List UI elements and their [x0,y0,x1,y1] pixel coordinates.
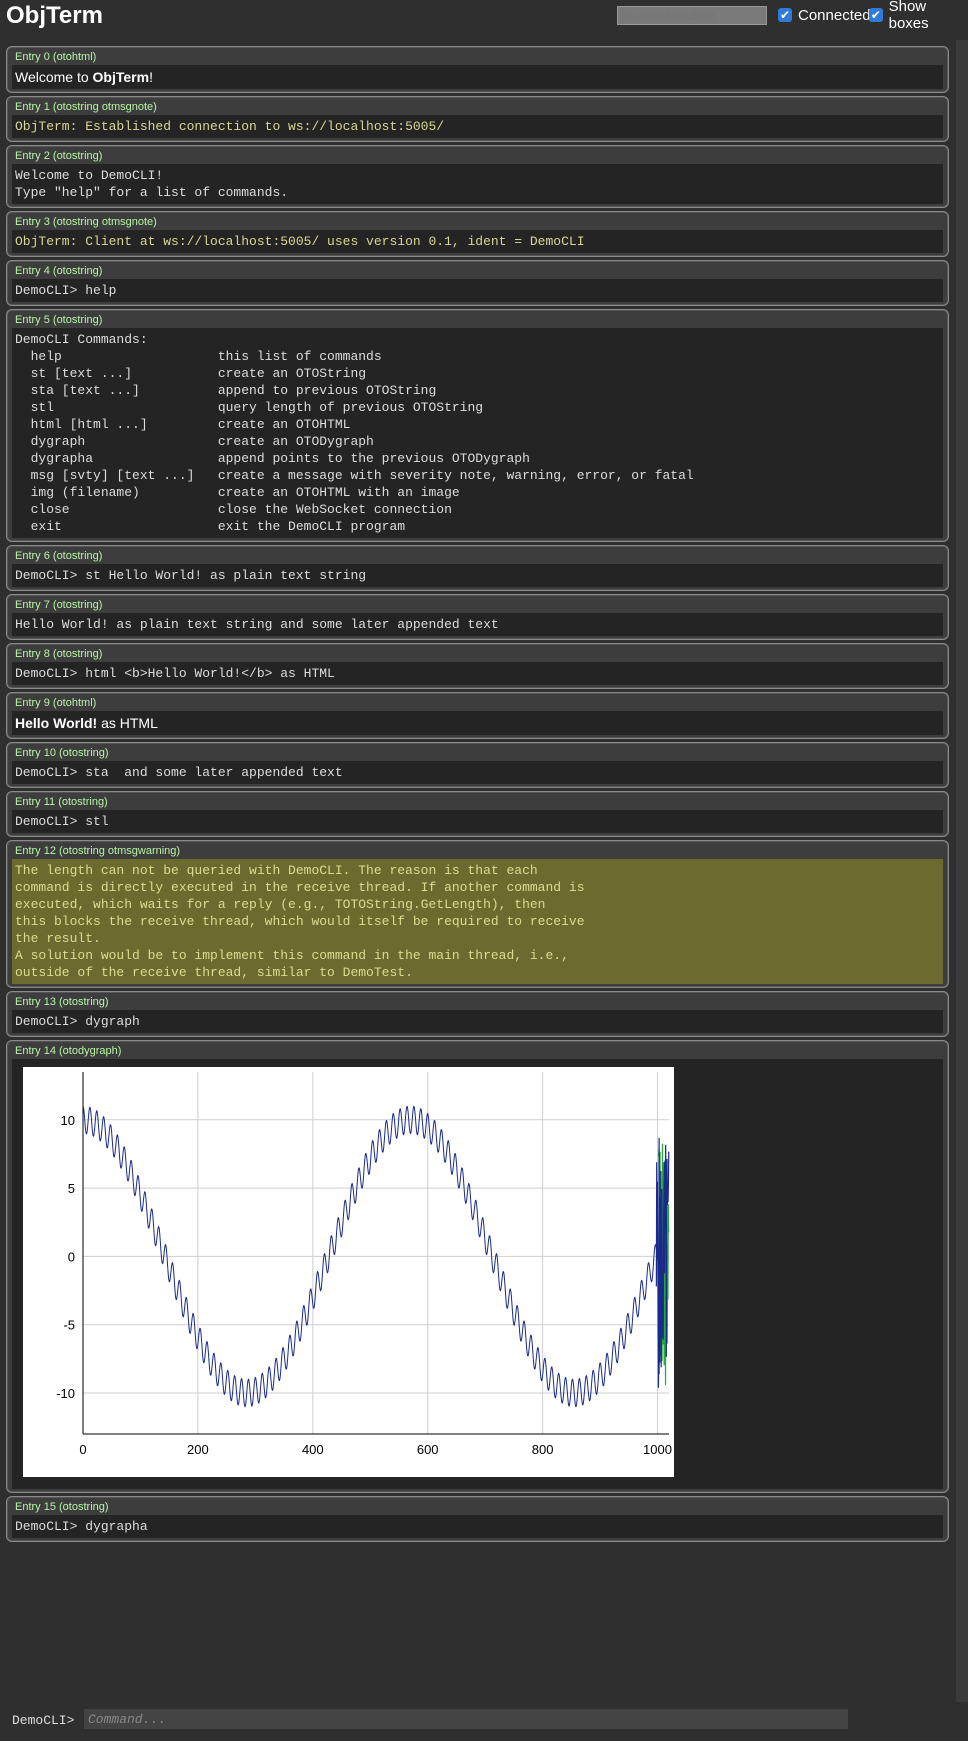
entry-header: Entry 10 (otostring) [15,747,109,759]
y-tick-label: 0 [68,1249,75,1264]
entry-text: DemoCLI> dygraph [12,1010,943,1033]
x-tick-label: 1000 [643,1442,672,1457]
entry-box: Entry 9 (otohtml) Hello World! as HTML [6,692,949,739]
entry-header: Entry 12 (otostring otmsgwarning) [15,845,181,857]
chart-background [23,1067,674,1477]
note-message: ObjTerm: Established connection to ws://… [12,115,943,138]
entry-html-content: Welcome to ObjTerm! [12,65,943,89]
html-text: as HTML [97,715,158,731]
entry-header: Entry 3 (otostring otmsgnote) [15,216,157,228]
checkbox-checked-icon[interactable]: ✔ [778,8,792,22]
top-bar: ObjTerm ✔ Connected ✔ Show boxes [0,0,968,36]
chart-clip-mask [674,1067,731,1481]
x-tick-label: 0 [79,1442,86,1457]
x-tick-label: 800 [532,1442,554,1457]
checkbox-checked-icon[interactable]: ✔ [869,8,883,22]
entry-text: DemoCLI Commands: help this list of comm… [12,328,943,538]
entry-text: DemoCLI> dygrapha [12,1515,943,1538]
entry-header: Entry 6 (otostring) [15,550,103,562]
entry-box: Entry 14 (otodygraph) 0 200 400 600 800 1000 10… [6,1040,949,1493]
entry-header: Entry 11 (otostring) [15,796,108,808]
entry-header: Entry 8 (otostring) [15,648,103,660]
entry-box: Entry 5 (otostring) DemoCLI Commands: hel… [6,309,949,542]
command-prompt: DemoCLI> [12,1713,75,1728]
x-tick-label: 400 [302,1442,324,1457]
entry-header: Entry 1 (otostring otmsgnote) [15,101,157,113]
entry-text: DemoCLI> st Hello World! as plain text s… [12,564,943,587]
connected-label: Connected [798,6,871,24]
warning-message: The length can not be queried with DemoC… [12,859,943,984]
scrollbar[interactable] [956,40,968,1702]
show-boxes-toggle[interactable]: ✔ Show boxes [869,0,968,32]
entry-box: Entry 12 (otostring otmsgwarning) The len… [6,840,949,988]
note-message: ObjTerm: Client at ws://localhost:5005/ … [12,230,943,253]
entry-header: Entry 13 (otostring) [15,996,109,1008]
y-tick-label: -5 [63,1318,75,1333]
entry-box: Entry 13 (otostring) DemoCLI> dygraph [6,991,949,1037]
entry-text: DemoCLI> stl [12,810,943,833]
entry-html-content: Hello World! as HTML [12,711,943,735]
entry-header: Entry 7 (otostring) [15,599,103,611]
command-input[interactable] [84,1709,848,1729]
x-tick-label: 600 [417,1442,439,1457]
entry-box: Entry 15 (otostring) DemoCLI> dygrapha [6,1496,949,1542]
show-boxes-label: Show boxes [888,0,929,32]
entry-header: Entry 9 (otohtml) [15,697,97,709]
entry-box: Entry 8 (otostring) DemoCLI> html <b>Hell… [6,643,949,689]
entry-header: Entry 0 (otohtml) [15,51,97,63]
entry-box: Entry 0 (otohtml) Welcome to ObjTerm! [6,46,949,93]
html-bold-text: ObjTerm [92,69,150,85]
entry-header: Entry 15 (otostring) [15,1501,109,1513]
entry-box: Entry 1 (otostring otmsgnote) ObjTerm: Es… [6,96,949,142]
entry-box: Entry 11 (otostring) DemoCLI> stl [6,791,949,837]
dygraph-chart[interactable]: 0 200 400 600 800 1000 10 5 0 -5 -10 [15,1067,731,1481]
entry-box: Entry 4 (otostring) DemoCLI> help [6,260,949,306]
entry-box: Entry 10 (otostring) DemoCLI> sta and som… [6,742,949,788]
entry-text: Hello World! as plain text string and so… [12,613,943,636]
html-text: ! [149,69,153,85]
connected-toggle[interactable]: ✔ Connected [778,5,871,25]
entry-header: Entry 2 (otostring) [15,150,103,162]
entry-header: Entry 5 (otostring) [15,314,103,326]
y-tick-label: -10 [56,1386,75,1401]
entry-box: Entry 7 (otostring) Hello World! as plain… [6,594,949,640]
entry-list: Entry 0 (otohtml) Welcome to ObjTerm! Entr… [6,46,949,1545]
entry-box: Entry 6 (otostring) DemoCLI> st Hello Wor… [6,545,949,591]
url-input[interactable] [617,6,767,25]
y-tick-label: 5 [68,1181,75,1196]
app-title: ObjTerm [6,2,103,29]
y-tick-label: 10 [61,1113,75,1128]
entry-box: Entry 2 (otostring) Welcome to DemoCLI! T… [6,145,949,208]
entry-header: Entry 14 (otodygraph) [15,1045,122,1057]
html-bold-text: Hello World! [15,715,98,731]
entry-text: DemoCLI> help [12,279,943,302]
entry-header: Entry 4 (otostring) [15,265,103,277]
entry-text: DemoCLI> html <b>Hello World!</b> as HTM… [12,662,943,685]
entry-text: DemoCLI> sta and some later appended tex… [12,761,943,784]
x-tick-label: 200 [187,1442,209,1457]
entry-box: Entry 3 (otostring otmsgnote) ObjTerm: Cl… [6,211,949,257]
dygraph-container: 0 200 400 600 800 1000 10 5 0 -5 -10 [12,1059,943,1489]
html-text: Welcome to [15,69,93,85]
entry-text: Welcome to DemoCLI! Type "help" for a li… [12,164,943,204]
